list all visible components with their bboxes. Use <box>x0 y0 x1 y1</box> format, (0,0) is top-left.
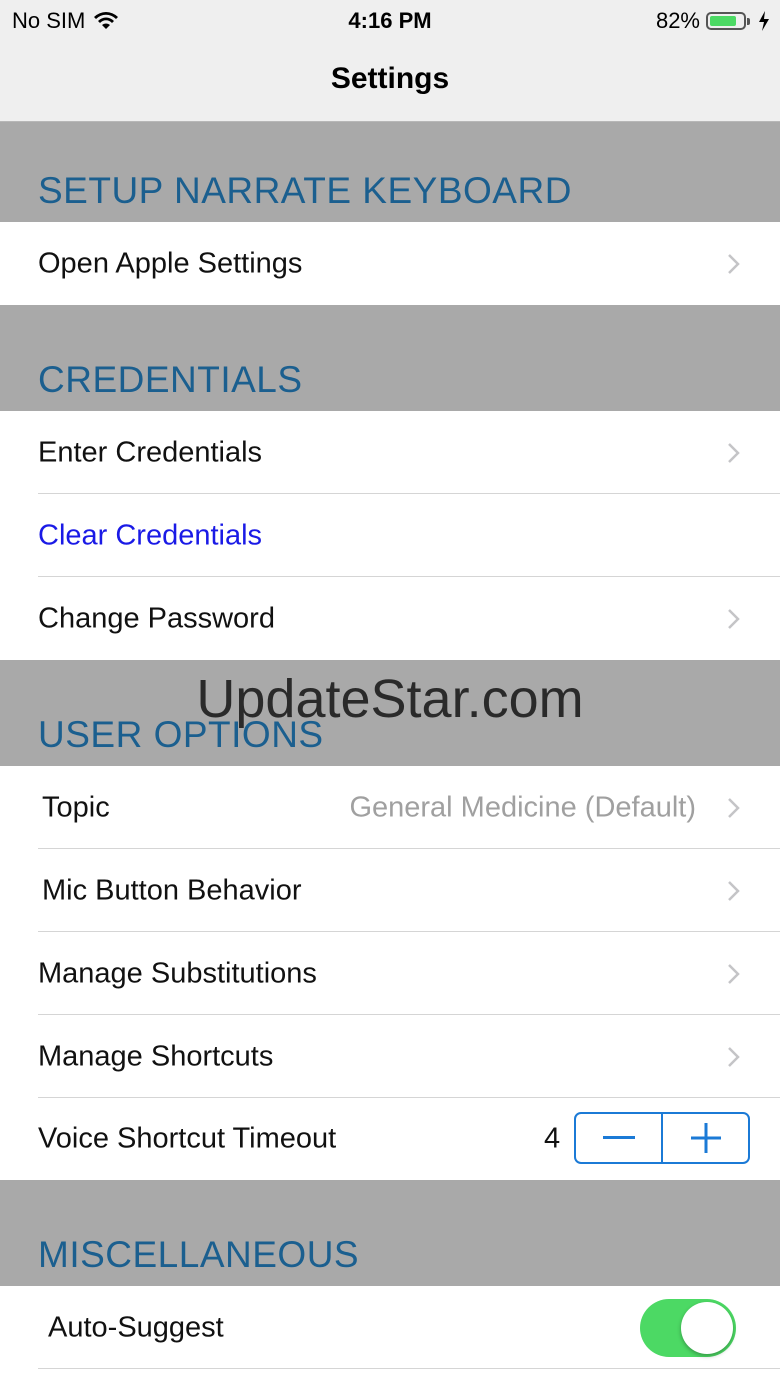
manage-shortcuts-label: Manage Shortcuts <box>38 1040 274 1072</box>
open-apple-settings-row[interactable]: Open Apple Settings <box>0 222 780 305</box>
section-header-user-options: USER OPTIONS <box>0 660 780 766</box>
mic-button-behavior-label: Mic Button Behavior <box>42 874 302 906</box>
chevron-right-icon <box>728 442 740 463</box>
voice-shortcut-timeout-row: Voice Shortcut Timeout 4 <box>0 1098 780 1180</box>
topic-label: Topic <box>42 791 110 823</box>
chevron-right-icon <box>728 253 740 274</box>
clear-credentials-row[interactable]: Clear Credentials <box>0 494 780 577</box>
voice-shortcut-timeout-value: 4 <box>544 1122 561 1155</box>
chevron-right-icon <box>728 1046 740 1067</box>
section-title-user-options: USER OPTIONS <box>38 714 324 755</box>
decrement-button[interactable] <box>576 1114 661 1162</box>
section-title-credentials: CREDENTIALS <box>38 359 303 400</box>
page-title: Settings <box>330 62 450 95</box>
increment-button[interactable] <box>661 1114 748 1162</box>
section-title-setup: SETUP NARRATE KEYBOARD <box>38 170 572 211</box>
plus-icon <box>690 1123 721 1153</box>
battery-percent: 82% <box>655 8 700 33</box>
manage-substitutions-row[interactable]: Manage Substitutions <box>0 932 780 1015</box>
change-password-row[interactable]: Change Password <box>0 577 780 660</box>
open-apple-settings-label: Open Apple Settings <box>38 247 303 279</box>
auto-suggest-label: Auto-Suggest <box>48 1311 224 1343</box>
auto-suggest-toggle[interactable] <box>640 1298 736 1357</box>
status-bar: No SIM 4:16 PM 82% <box>0 0 780 40</box>
status-right: 82% <box>656 8 770 34</box>
manage-shortcuts-row[interactable]: Manage Shortcuts <box>0 1015 780 1098</box>
clear-credentials-button[interactable]: Clear Credentials <box>38 519 262 552</box>
chevron-right-icon <box>728 880 740 901</box>
section-title-misc: MISCELLANEOUS <box>38 1234 360 1275</box>
section-header-setup: SETUP NARRATE KEYBOARD <box>0 122 780 222</box>
charging-bolt-icon <box>759 11 769 31</box>
row-separator <box>38 1368 780 1369</box>
chevron-right-icon <box>728 797 740 818</box>
section-header-misc: MISCELLANEOUS <box>0 1180 780 1286</box>
chevron-right-icon <box>728 608 740 629</box>
manage-substitutions-label: Manage Substitutions <box>38 957 317 989</box>
change-password-label: Change Password <box>38 602 275 634</box>
minus-icon <box>602 1136 635 1139</box>
topic-row[interactable]: Topic General Medicine (Default) <box>0 766 780 849</box>
navigation-bar: Settings <box>0 40 780 122</box>
section-header-credentials: CREDENTIALS <box>0 305 780 411</box>
voice-shortcut-timeout-label: Voice Shortcut Timeout <box>38 1122 337 1155</box>
toggle-knob <box>681 1301 733 1354</box>
chevron-right-icon <box>728 963 740 984</box>
auto-suggest-row: Auto-Suggest <box>0 1286 780 1369</box>
battery-icon <box>706 12 750 30</box>
mic-button-behavior-row[interactable]: Mic Button Behavior <box>0 849 780 932</box>
enter-credentials-row[interactable]: Enter Credentials <box>0 411 780 494</box>
timeout-stepper[interactable] <box>574 1112 750 1164</box>
topic-value: General Medicine (Default) <box>349 791 696 823</box>
enter-credentials-label: Enter Credentials <box>38 436 263 468</box>
